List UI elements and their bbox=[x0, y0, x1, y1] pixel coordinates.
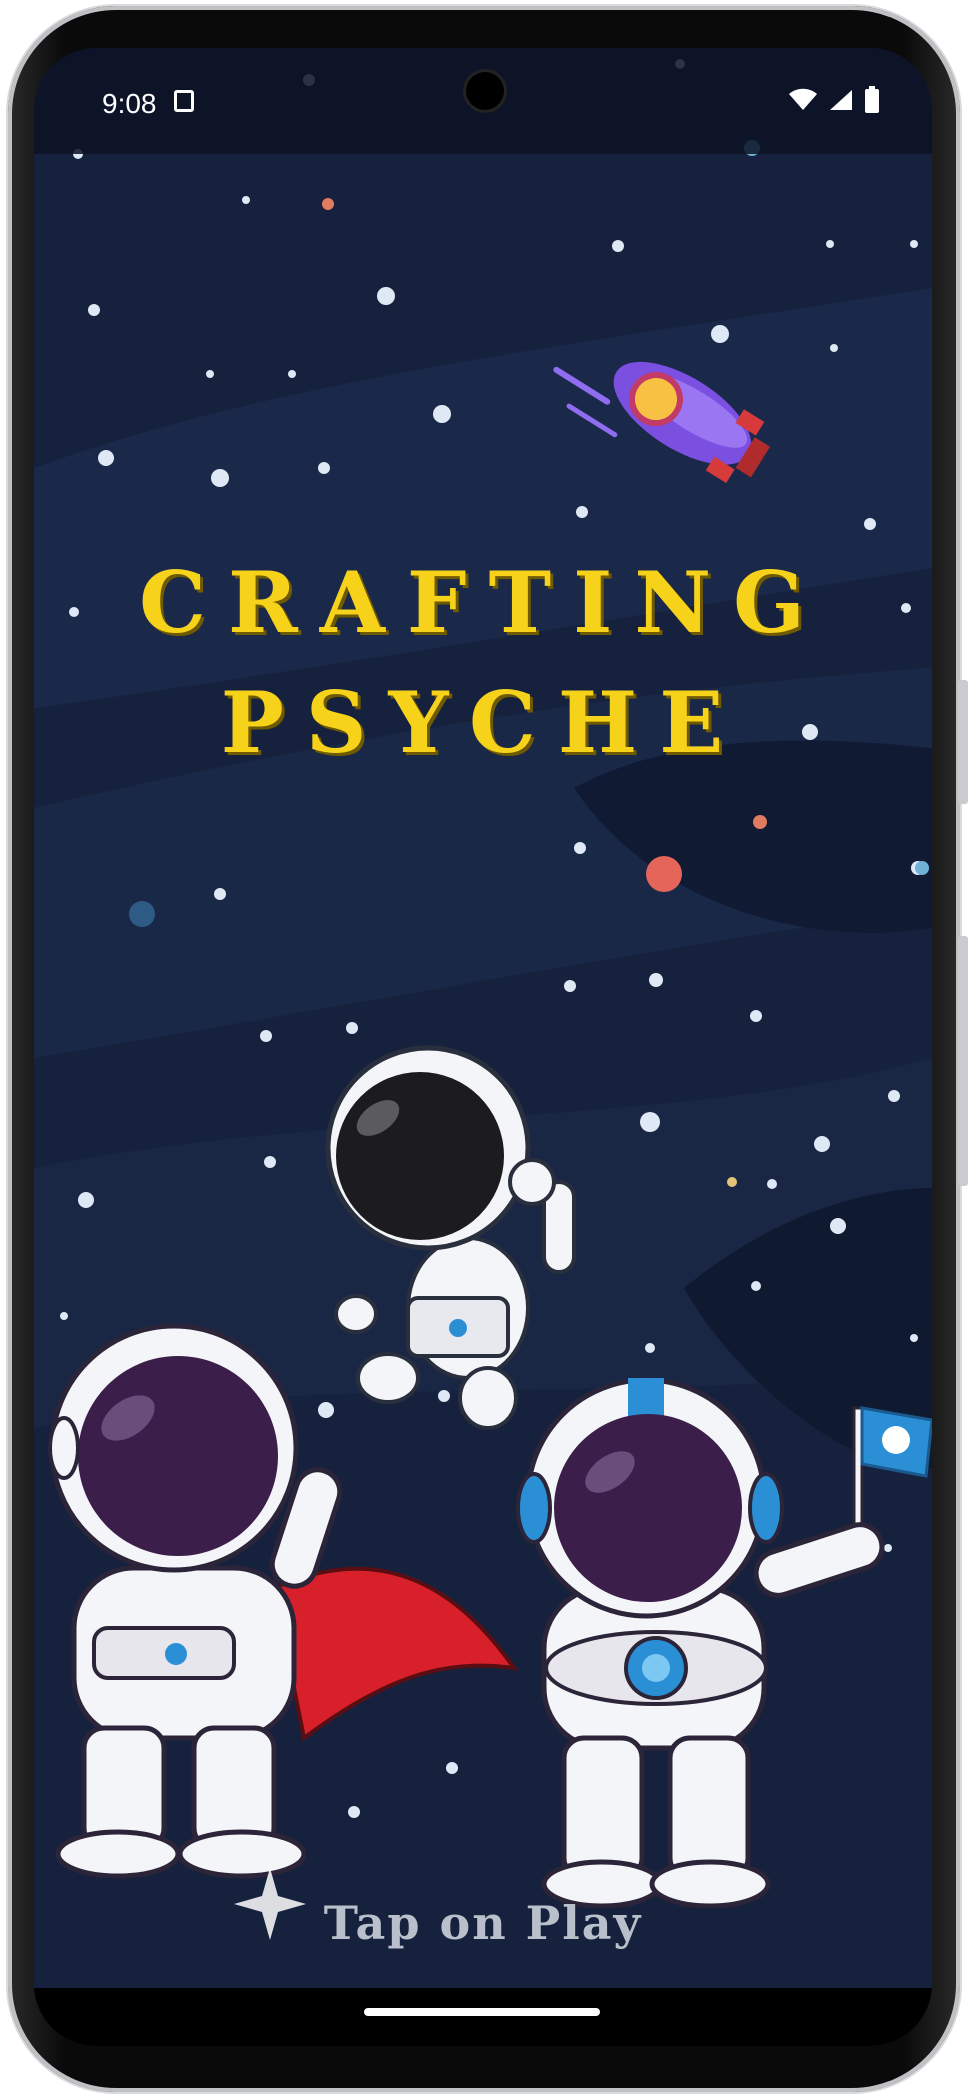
volume-button bbox=[958, 936, 968, 1186]
app-screen[interactable]: 9:08 CRAFTING PSYCHE Tap on Play bbox=[34, 48, 932, 2046]
navigation-bar bbox=[34, 1988, 932, 2046]
signal-icon bbox=[830, 90, 852, 110]
status-time: 9:08 bbox=[102, 88, 157, 119]
space-background bbox=[34, 59, 932, 1940]
status-icons bbox=[788, 86, 880, 114]
wifi-icon bbox=[789, 88, 817, 110]
home-indicator[interactable] bbox=[364, 2008, 600, 2016]
status-bar: 9:08 bbox=[34, 48, 932, 154]
tap-on-play-hint[interactable]: Tap on Play bbox=[34, 1896, 932, 1950]
power-button bbox=[958, 680, 968, 804]
astronaut-icon bbox=[48, 1323, 519, 1879]
battery-icon bbox=[865, 86, 879, 113]
front-camera bbox=[466, 72, 504, 110]
app-title-line2: PSYCHE bbox=[220, 673, 746, 772]
astronaut-icon bbox=[516, 1377, 932, 1909]
app-title-line1: CRAFTING bbox=[139, 553, 827, 652]
sim-card-icon bbox=[174, 90, 194, 112]
